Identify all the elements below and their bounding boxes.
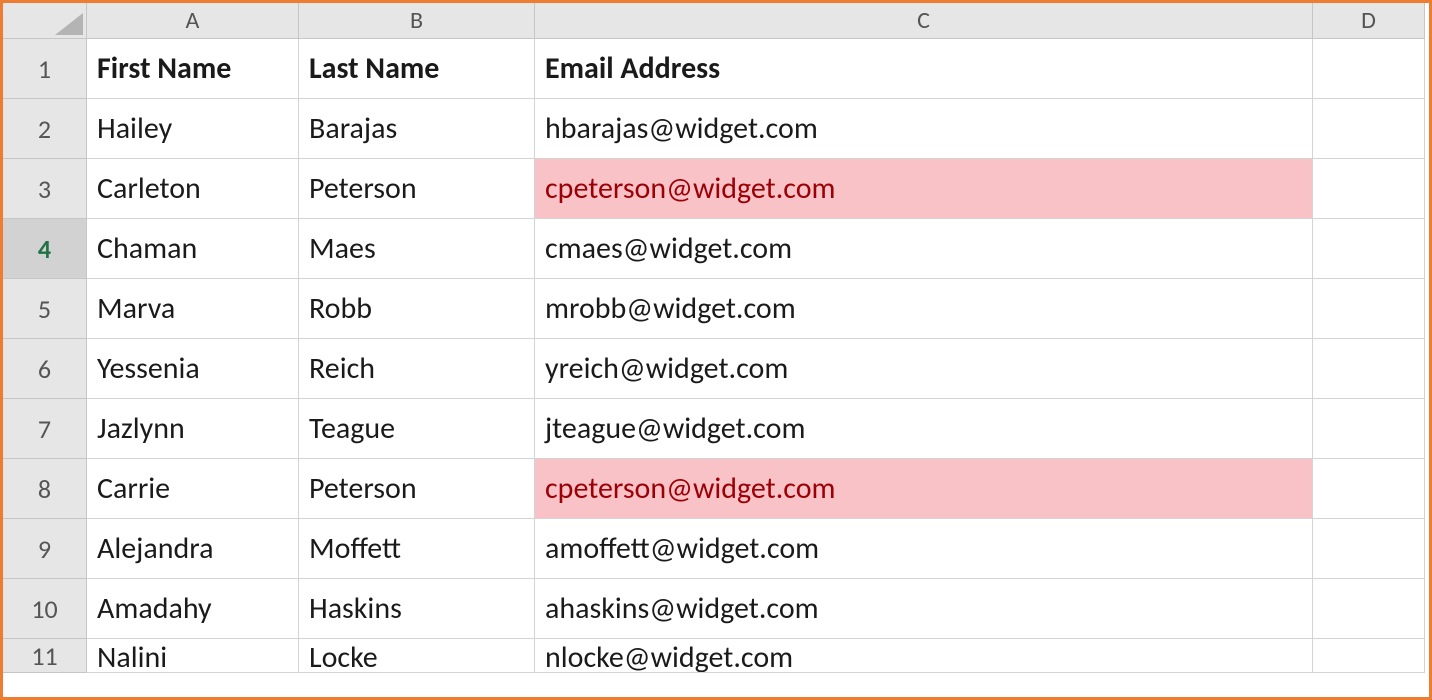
cell-A2[interactable]: Hailey xyxy=(87,99,299,159)
cell-A3[interactable]: Carleton xyxy=(87,159,299,219)
cell-B11[interactable]: Locke xyxy=(299,639,535,673)
row-header-6[interactable]: 6 xyxy=(3,339,87,399)
cell-B8[interactable]: Peterson xyxy=(299,459,535,519)
cell-B4[interactable]: Maes xyxy=(299,219,535,279)
cell-B5[interactable]: Robb xyxy=(299,279,535,339)
row-header-10[interactable]: 10 xyxy=(3,579,87,639)
cell-C2[interactable]: hbarajas@widget.com xyxy=(535,99,1313,159)
cell-D4[interactable] xyxy=(1313,219,1425,279)
cell-A6[interactable]: Yessenia xyxy=(87,339,299,399)
row-header-3[interactable]: 3 xyxy=(3,159,87,219)
cell-B1[interactable]: Last Name xyxy=(299,39,535,99)
row-header-11[interactable]: 11 xyxy=(3,639,87,673)
cell-D9[interactable] xyxy=(1313,519,1425,579)
cell-D10[interactable] xyxy=(1313,579,1425,639)
cell-D7[interactable] xyxy=(1313,399,1425,459)
col-header-A[interactable]: A xyxy=(87,3,299,39)
cell-D5[interactable] xyxy=(1313,279,1425,339)
cell-C6[interactable]: yreich@widget.com xyxy=(535,339,1313,399)
cell-A8[interactable]: Carrie xyxy=(87,459,299,519)
col-header-C[interactable]: C xyxy=(535,3,1313,39)
cell-C8[interactable]: cpeterson@widget.com xyxy=(535,459,1313,519)
cell-A9[interactable]: Alejandra xyxy=(87,519,299,579)
cell-C1[interactable]: Email Address xyxy=(535,39,1313,99)
select-all-corner[interactable] xyxy=(3,3,87,39)
cell-C9[interactable]: amoffett@widget.com xyxy=(535,519,1313,579)
cell-C4[interactable]: cmaes@widget.com xyxy=(535,219,1313,279)
col-header-B[interactable]: B xyxy=(299,3,535,39)
cell-B10[interactable]: Haskins xyxy=(299,579,535,639)
row-header-5[interactable]: 5 xyxy=(3,279,87,339)
cell-B9[interactable]: Moffett xyxy=(299,519,535,579)
col-header-D[interactable]: D xyxy=(1313,3,1425,39)
spreadsheet-frame: A B C D 1 First Name Last Name Email Add… xyxy=(0,0,1432,700)
row-header-4[interactable]: 4 xyxy=(3,219,87,279)
cell-B3[interactable]: Peterson xyxy=(299,159,535,219)
cell-A4[interactable]: Chaman xyxy=(87,219,299,279)
row-header-7[interactable]: 7 xyxy=(3,399,87,459)
cell-A11[interactable]: Nalini xyxy=(87,639,299,673)
cell-A1[interactable]: First Name xyxy=(87,39,299,99)
row-header-1[interactable]: 1 xyxy=(3,39,87,99)
cell-C5[interactable]: mrobb@widget.com xyxy=(535,279,1313,339)
cell-C11[interactable]: nlocke@widget.com xyxy=(535,639,1313,673)
cell-A10[interactable]: Amadahy xyxy=(87,579,299,639)
cell-D1[interactable] xyxy=(1313,39,1425,99)
cell-D6[interactable] xyxy=(1313,339,1425,399)
cell-D11[interactable] xyxy=(1313,639,1425,673)
cell-B7[interactable]: Teague xyxy=(299,399,535,459)
row-header-2[interactable]: 2 xyxy=(3,99,87,159)
cell-C3[interactable]: cpeterson@widget.com xyxy=(535,159,1313,219)
cell-C7[interactable]: jteague@widget.com xyxy=(535,399,1313,459)
spreadsheet-grid: A B C D 1 First Name Last Name Email Add… xyxy=(3,3,1429,673)
cell-A7[interactable]: Jazlynn xyxy=(87,399,299,459)
row-header-8[interactable]: 8 xyxy=(3,459,87,519)
row-header-9[interactable]: 9 xyxy=(3,519,87,579)
cell-B2[interactable]: Barajas xyxy=(299,99,535,159)
cell-A5[interactable]: Marva xyxy=(87,279,299,339)
cell-C10[interactable]: ahaskins@widget.com xyxy=(535,579,1313,639)
cell-D8[interactable] xyxy=(1313,459,1425,519)
cell-B6[interactable]: Reich xyxy=(299,339,535,399)
cell-D3[interactable] xyxy=(1313,159,1425,219)
cell-D2[interactable] xyxy=(1313,99,1425,159)
